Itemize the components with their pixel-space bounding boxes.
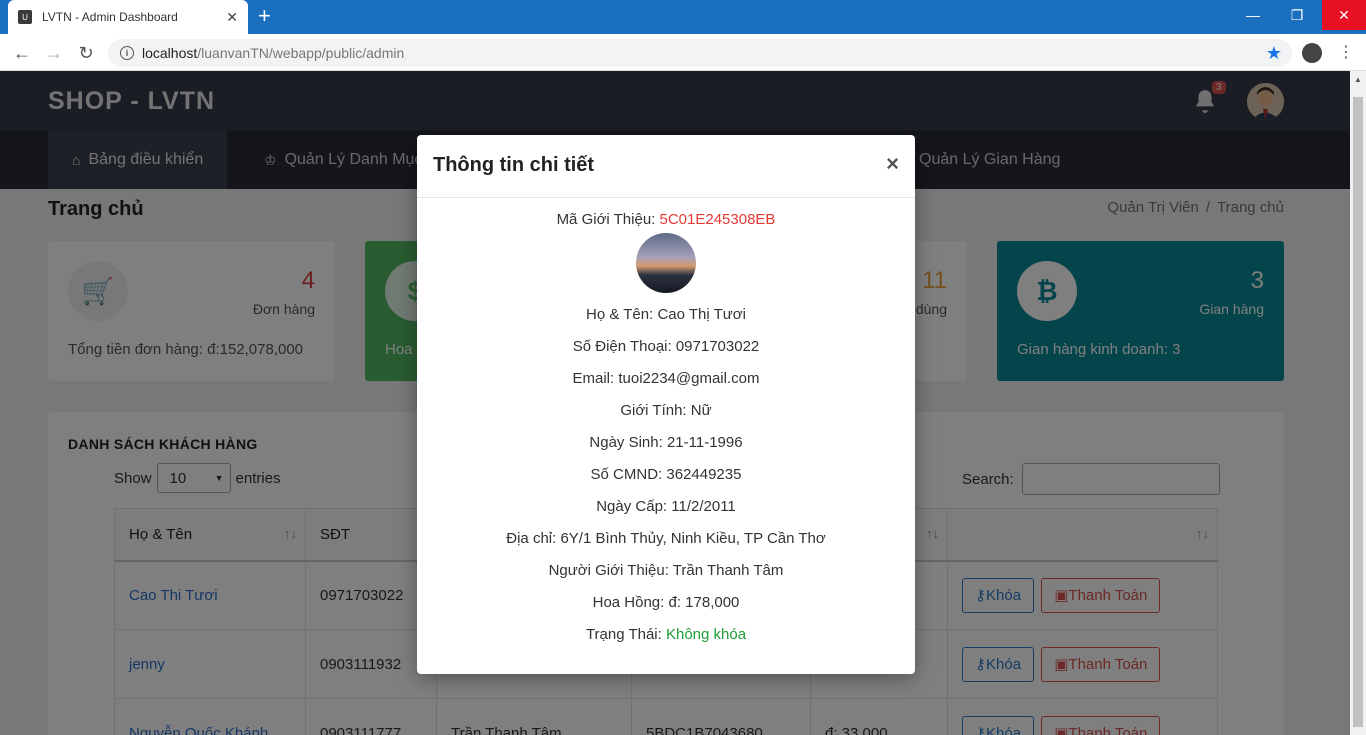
detail-issue-date: Ngày Cấp: 11/2/2011: [596, 498, 736, 515]
status-label: Trạng Thái:: [585, 626, 662, 643]
scroll-thumb[interactable]: [1353, 97, 1363, 727]
browser-menu-icon[interactable]: ⋮: [1338, 42, 1354, 62]
detail-dob: Ngày Sinh: 21-11-1996: [589, 434, 743, 451]
status-value: Không khóa: [665, 626, 747, 643]
window-close-icon[interactable]: ✕: [1322, 0, 1366, 30]
detail-phone: Số Điện Thoại: 0971703022: [572, 338, 760, 355]
modal-header: Thông tin chi tiết ×: [417, 135, 915, 198]
tab-title: LVTN - Admin Dashboard: [42, 10, 178, 24]
favicon-icon: U: [18, 10, 32, 24]
info-icon[interactable]: i: [120, 46, 134, 60]
detail-name: Họ & Tên: Cao Thị Tươi: [586, 306, 746, 323]
detail-status: Trạng Thái: Không khóa: [417, 619, 915, 651]
address-bar: ← → ↻ i localhost/luanvanTN/webapp/publi…: [0, 34, 1366, 71]
ref-code-line: Mã Giới Thiệu: 5C01E245308EB: [417, 207, 915, 233]
tab-close-icon[interactable]: ✕: [226, 9, 238, 26]
close-icon[interactable]: ×: [886, 151, 899, 177]
restore-icon[interactable]: ❐: [1274, 0, 1320, 30]
reload-icon[interactable]: ↻: [74, 41, 98, 65]
url-host: localhost: [142, 45, 198, 61]
url-path: /luanvanTN/webapp/public/admin: [197, 45, 405, 61]
customer-photo: [636, 233, 696, 293]
new-tab-icon[interactable]: +: [258, 4, 271, 28]
modal-body: Mã Giới Thiệu: 5C01E245308EB Họ & Tên: C…: [417, 199, 915, 651]
modal-title: Thông tin chi tiết: [433, 154, 595, 176]
detail-id-number: Số CMND: 362449235: [590, 466, 742, 483]
browser-tab[interactable]: U LVTN - Admin Dashboard ✕: [8, 0, 248, 34]
extension-icon[interactable]: [1302, 43, 1322, 63]
detail-gender: Giới Tính: Nữ: [620, 402, 712, 419]
ref-code-value: 5C01E245308EB: [659, 211, 776, 228]
detail-address: Địa chỉ: 6Y/1 Bình Thủy, Ninh Kiều, TP C…: [506, 530, 826, 547]
bookmark-star-icon[interactable]: ★: [1266, 43, 1282, 64]
scroll-up-icon[interactable]: ▲: [1350, 71, 1366, 88]
browser-titlebar: U LVTN - Admin Dashboard ✕ + — ❐ ✕: [0, 0, 1366, 34]
page-scrollbar[interactable]: ▲: [1350, 71, 1366, 735]
detail-email: Email: tuoi2234@gmail.com: [572, 370, 760, 387]
url-field[interactable]: i localhost/luanvanTN/webapp/public/admi…: [108, 39, 1292, 67]
minimize-icon[interactable]: —: [1230, 0, 1276, 30]
back-icon[interactable]: ←: [10, 41, 34, 65]
detail-modal: Thông tin chi tiết × Mã Giới Thiệu: 5C01…: [417, 135, 915, 674]
ref-code-label: Mã Giới Thiệu:: [556, 211, 656, 228]
detail-commission: Hoa Hồng: đ: 178,000: [592, 594, 740, 611]
forward-icon[interactable]: →: [42, 41, 66, 65]
detail-referrer: Người Giới Thiệu: Trần Thanh Tâm: [548, 562, 784, 579]
